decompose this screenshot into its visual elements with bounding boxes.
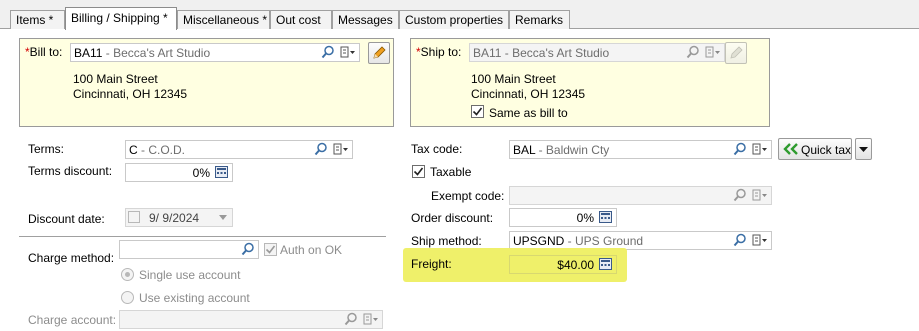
freight-value: $40.00 <box>557 258 594 272</box>
section-divider <box>19 236 386 237</box>
terms-discount-field[interactable]: 0% <box>125 163 233 182</box>
tab-messages[interactable]: Messages <box>332 10 399 29</box>
search-icon <box>344 312 358 326</box>
ship-to-code: BA11 <box>473 46 502 60</box>
discount-date-field: 9/ 9/2024 <box>125 208 233 227</box>
bill-to-box: *Bill to: BA11 - Becca's Art Studio 100 … <box>19 38 394 127</box>
bill-to-code: BA11 <box>74 46 103 60</box>
ship-method-label: Ship method: <box>411 234 482 248</box>
tax-code-value: BAL <box>513 143 536 157</box>
single-use-account-label: Single use account <box>139 268 241 282</box>
tab-bar: Items * Billing / Shipping * Miscellaneo… <box>0 0 919 30</box>
taxable-checkbox[interactable] <box>412 165 425 178</box>
order-discount-label: Order discount: <box>411 211 494 225</box>
lookup-dropdown-icon[interactable] <box>332 142 350 156</box>
ship-to-label: *Ship to: <box>416 45 462 59</box>
same-as-bill-checkbox[interactable] <box>471 105 484 118</box>
checkmark-icon <box>472 107 483 116</box>
search-icon[interactable] <box>241 242 255 256</box>
charge-method-field[interactable] <box>119 240 259 259</box>
ship-to-address-line2: Cincinnati, OH 12345 <box>471 87 586 101</box>
checkmark-icon <box>265 245 276 254</box>
same-as-bill-label: Same as bill to <box>489 106 568 120</box>
search-icon <box>733 188 747 202</box>
freight-field[interactable]: $40.00 <box>509 255 617 274</box>
charge-method-label: Charge method: <box>28 251 115 265</box>
use-existing-account-label: Use existing account <box>139 291 250 305</box>
taxable-label: Taxable <box>430 165 472 179</box>
lookup-dropdown-icon[interactable] <box>751 142 769 156</box>
terms-discount-value: 0% <box>192 166 210 180</box>
pencil-icon <box>730 46 743 59</box>
tax-code-desc: - Baldwin Cty <box>535 143 610 157</box>
lookup-dropdown-icon <box>751 188 769 202</box>
edit-ship-to-button <box>725 42 747 64</box>
discount-date-value: 9/ 9/2024 <box>149 211 200 225</box>
calculator-icon[interactable] <box>215 166 228 178</box>
lookup-dropdown-icon[interactable] <box>751 233 769 247</box>
calculator-icon[interactable] <box>599 258 612 270</box>
tab-miscellaneous[interactable]: Miscellaneous * <box>177 10 270 29</box>
chevron-down-icon <box>859 147 868 152</box>
exempt-code-label: Exempt code: <box>431 189 505 203</box>
terms-code: C <box>129 143 138 157</box>
tab-remarks[interactable]: Remarks <box>509 10 570 29</box>
discount-date-checkbox <box>128 211 140 223</box>
lookup-dropdown-icon <box>362 312 380 326</box>
ship-to-box: *Ship to: BA11 - Becca's Art Studio 100 … <box>410 38 770 127</box>
search-icon[interactable] <box>733 233 747 247</box>
auth-on-ok-checkbox <box>264 243 277 256</box>
search-icon[interactable] <box>321 45 335 59</box>
freight-label: Freight: <box>411 257 452 271</box>
billing-shipping-panel: *Bill to: BA11 - Becca's Art Studio 100 … <box>0 29 919 331</box>
single-use-account-radio <box>121 268 134 281</box>
bill-to-address-line2: Cincinnati, OH 12345 <box>73 87 188 101</box>
bill-to-address-line1: 100 Main Street <box>73 72 158 86</box>
quick-tax-label: Quick tax <box>801 143 852 157</box>
terms-desc: - C.O.D. <box>137 143 186 157</box>
search-icon[interactable] <box>314 142 328 156</box>
pencil-icon <box>373 46 386 59</box>
ship-to-field: BA11 - Becca's Art Studio <box>469 43 725 62</box>
checkmark-icon <box>413 167 424 176</box>
double-chevron-left-icon <box>783 143 799 155</box>
bill-to-label: *Bill to: <box>25 45 63 59</box>
charge-account-label: Charge account: <box>28 313 117 327</box>
tax-code-label: Tax code: <box>411 142 463 156</box>
tax-code-field[interactable]: BAL - Baldwin Cty <box>509 140 772 159</box>
tab-billing-shipping[interactable]: Billing / Shipping * <box>65 7 177 30</box>
search-icon <box>686 45 700 59</box>
charge-account-field <box>119 310 383 329</box>
lookup-dropdown-icon <box>704 45 722 59</box>
terms-field[interactable]: C - C.O.D. <box>125 140 353 159</box>
terms-discount-label: Terms discount: <box>28 164 113 178</box>
exempt-code-field <box>509 186 772 205</box>
ship-to-address-line1: 100 Main Street <box>471 72 556 86</box>
chevron-down-icon <box>216 210 230 224</box>
auth-on-ok-label: Auth on OK <box>280 243 343 257</box>
search-icon[interactable] <box>733 142 747 156</box>
bill-to-name: - Becca's Art Studio <box>102 46 211 60</box>
discount-date-label: Discount date: <box>28 212 105 226</box>
order-discount-field[interactable]: 0% <box>509 208 617 227</box>
tab-out-cost[interactable]: Out cost <box>270 10 332 29</box>
ship-method-code: UPSGND <box>513 234 565 248</box>
ship-method-desc: - UPS Ground <box>564 234 644 248</box>
use-existing-account-radio <box>121 291 134 304</box>
tab-items[interactable]: Items * <box>10 10 65 29</box>
tab-custom-properties[interactable]: Custom properties <box>399 10 509 29</box>
quick-tax-menu-button[interactable] <box>855 138 872 160</box>
calculator-icon[interactable] <box>599 211 612 223</box>
order-discount-value: 0% <box>576 211 594 225</box>
edit-bill-to-button[interactable] <box>368 42 390 64</box>
bill-to-field[interactable]: BA11 - Becca's Art Studio <box>70 43 360 62</box>
terms-label: Terms: <box>28 142 64 156</box>
quick-tax-button[interactable]: Quick tax <box>778 138 852 160</box>
lookup-dropdown-icon[interactable] <box>339 45 357 59</box>
ship-to-name: - Becca's Art Studio <box>501 46 610 60</box>
